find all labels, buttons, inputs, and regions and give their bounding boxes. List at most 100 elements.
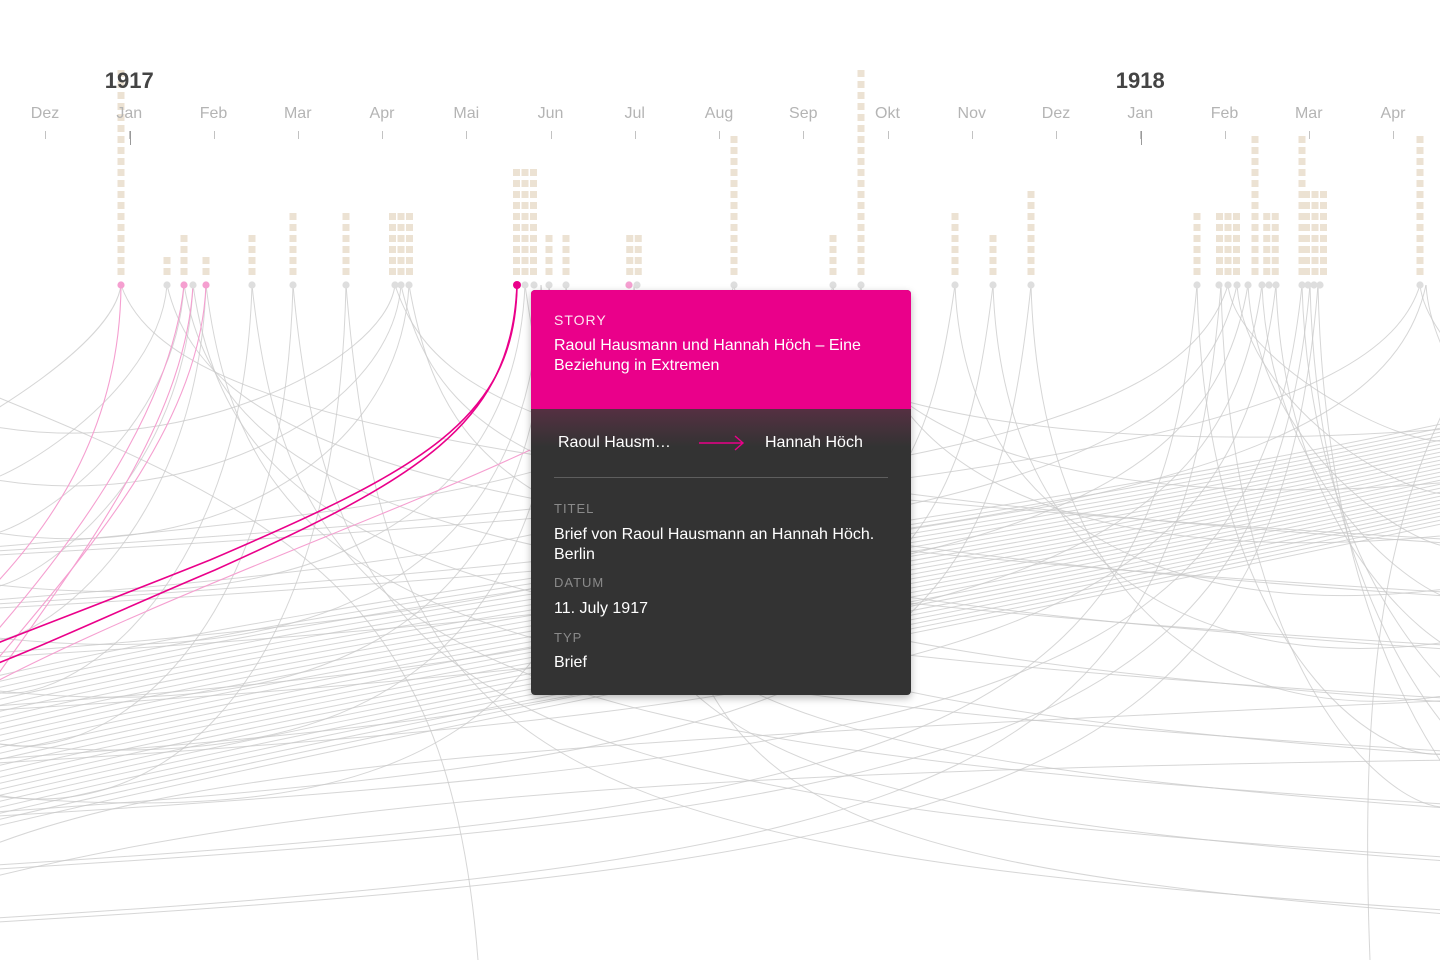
letter-square bbox=[530, 257, 537, 264]
letter-square bbox=[1311, 224, 1319, 231]
letter-square bbox=[545, 268, 553, 275]
letter-square bbox=[289, 268, 297, 275]
letter-square bbox=[530, 268, 537, 275]
letter-square bbox=[1271, 246, 1279, 253]
month-label: Jun bbox=[537, 105, 564, 122]
arrow-right-icon bbox=[697, 434, 747, 452]
letter-square bbox=[202, 257, 210, 264]
letter-square bbox=[406, 213, 413, 220]
event-dot bbox=[989, 281, 997, 289]
letter-square bbox=[857, 235, 865, 242]
letter-square bbox=[1251, 169, 1259, 176]
title-value: Brief von Raoul Hausmann an Hannah Höch.… bbox=[554, 526, 875, 563]
letter-square bbox=[117, 213, 125, 220]
month-tick bbox=[298, 131, 299, 139]
letter-square bbox=[513, 235, 520, 242]
letter-square bbox=[562, 257, 570, 264]
letter-square bbox=[989, 235, 997, 242]
event-dot bbox=[521, 281, 529, 289]
letter-square bbox=[857, 92, 865, 99]
letter-square bbox=[1233, 235, 1240, 242]
letter-square bbox=[117, 257, 125, 264]
letter-square bbox=[730, 158, 738, 165]
letter-histogram bbox=[117, 70, 1424, 275]
letter-square bbox=[857, 191, 865, 198]
letter-square bbox=[1251, 268, 1259, 275]
letter-square bbox=[1193, 235, 1201, 242]
letter-square bbox=[1251, 257, 1259, 264]
event-dot bbox=[1027, 281, 1035, 289]
connection-line bbox=[0, 284, 402, 487]
letter-square bbox=[1224, 235, 1232, 242]
letter-square bbox=[1251, 224, 1259, 231]
event-dot bbox=[405, 281, 413, 289]
month-label: Okt bbox=[875, 105, 900, 122]
event-dot bbox=[1193, 281, 1201, 289]
month-tick bbox=[719, 131, 720, 139]
month-tick bbox=[1056, 131, 1057, 139]
recipient-name[interactable]: Hannah Höch bbox=[765, 434, 863, 452]
letter-square bbox=[1416, 158, 1424, 165]
type-label: TYP bbox=[554, 630, 583, 645]
month-label: Mar bbox=[283, 105, 312, 122]
letter-square bbox=[1311, 257, 1319, 264]
letter-square bbox=[1311, 268, 1319, 275]
year-label: 1917 bbox=[104, 68, 154, 93]
letter-square bbox=[289, 224, 297, 231]
connection-line bbox=[0, 284, 396, 434]
letter-square bbox=[1298, 158, 1306, 165]
event-dot bbox=[189, 281, 197, 289]
letter-square bbox=[1416, 268, 1424, 275]
letter-square bbox=[389, 224, 396, 231]
event-dot bbox=[545, 281, 553, 289]
letter-square bbox=[397, 268, 405, 275]
letter-square bbox=[1193, 213, 1201, 220]
letter-square bbox=[1027, 213, 1035, 220]
letter-square bbox=[857, 125, 865, 132]
month-label: Aug bbox=[704, 105, 734, 122]
letter-square bbox=[406, 257, 413, 264]
letter-square bbox=[626, 235, 634, 242]
event-dot bbox=[1316, 281, 1324, 289]
letter-square bbox=[117, 147, 125, 154]
letter-square bbox=[1193, 257, 1201, 264]
letter-square bbox=[342, 246, 350, 253]
letter-square bbox=[1193, 224, 1201, 231]
letter-square bbox=[634, 235, 642, 242]
letter-square bbox=[513, 169, 520, 176]
letter-square bbox=[1027, 268, 1035, 275]
month-tick bbox=[635, 131, 636, 139]
letter-square bbox=[1298, 180, 1306, 187]
year-tick bbox=[130, 131, 131, 145]
letter-square bbox=[397, 213, 405, 220]
story-title[interactable]: Raoul Hausmann und Hannah Höch – Eine Be… bbox=[554, 336, 894, 376]
letter-square bbox=[1303, 235, 1310, 242]
sender-name[interactable]: Raoul Hausm… bbox=[558, 434, 671, 452]
letter-square bbox=[397, 257, 405, 264]
letter-square bbox=[1193, 268, 1201, 275]
letter-square bbox=[117, 136, 125, 143]
letter-square bbox=[730, 147, 738, 154]
event-dot bbox=[342, 281, 350, 289]
letter-square bbox=[1416, 257, 1424, 264]
letter-square bbox=[634, 246, 642, 253]
letter-square bbox=[1303, 202, 1310, 209]
letter-square bbox=[829, 268, 837, 275]
letter-square bbox=[1263, 268, 1271, 275]
letter-square bbox=[248, 246, 256, 253]
month-label: Jul bbox=[624, 105, 645, 122]
connection-line bbox=[1317, 284, 1440, 762]
connection-line bbox=[0, 284, 542, 645]
event-dot bbox=[1272, 281, 1280, 289]
letter-square bbox=[1320, 213, 1327, 220]
letter-square bbox=[530, 180, 537, 187]
letter-square bbox=[248, 235, 256, 242]
letter-square bbox=[342, 268, 350, 275]
letter-square bbox=[1311, 202, 1319, 209]
month-label: Dez bbox=[30, 105, 60, 122]
month-tick bbox=[382, 131, 383, 139]
letter-square bbox=[1233, 257, 1240, 264]
letter-square bbox=[117, 235, 125, 242]
letter-square bbox=[342, 213, 350, 220]
letter-square bbox=[1263, 235, 1271, 242]
